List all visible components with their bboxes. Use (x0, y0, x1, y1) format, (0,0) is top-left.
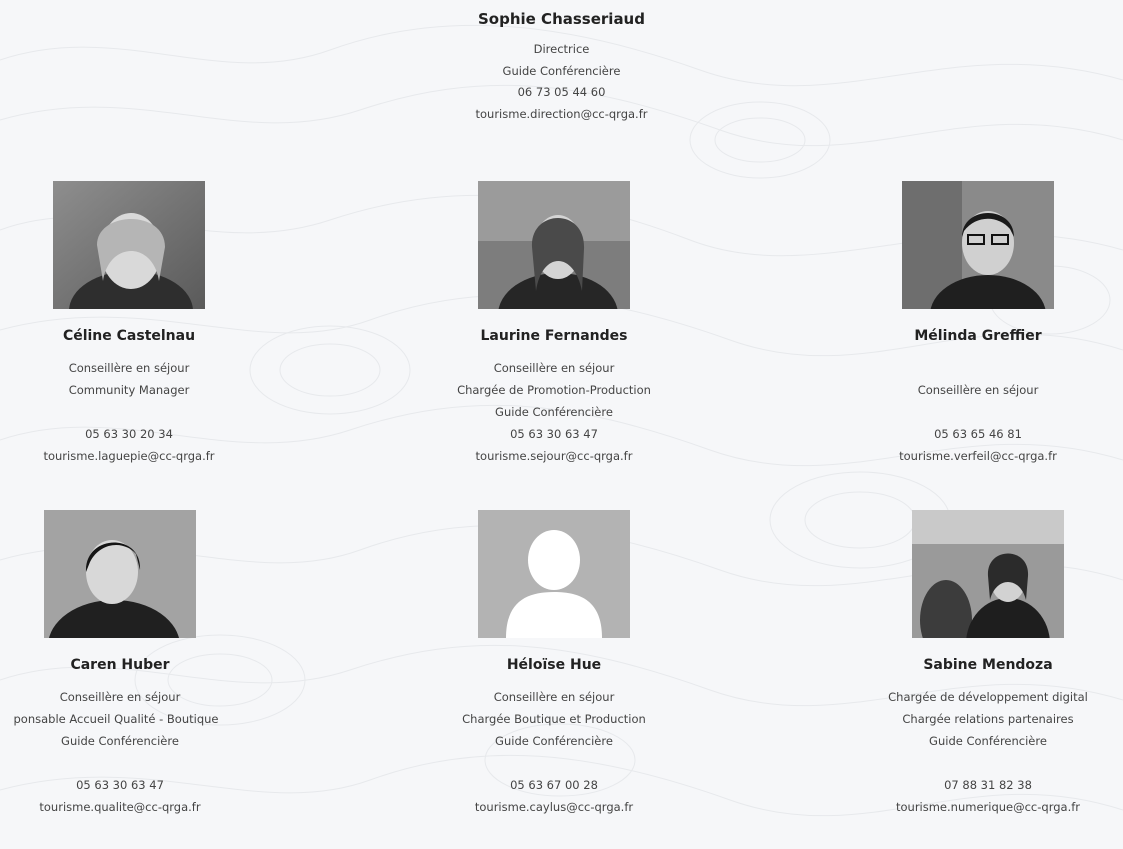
portrait-photo-icon (53, 181, 205, 309)
member-line: Guide Conférencière (61, 734, 179, 748)
member-phone: 05 63 65 46 81 (934, 427, 1022, 441)
member-line: Chargée de développement digital (888, 690, 1088, 704)
avatar-placeholder-icon (478, 510, 630, 638)
member-card: Caren Huber Conseillère en séjour ponsab… (0, 510, 270, 818)
member-line (828, 357, 1123, 379)
director-email: tourisme.direction@cc-qrga.fr (475, 106, 648, 121)
member-name: Mélinda Greffier (914, 328, 1042, 344)
team-directory: Sophie Chasseriaud Directrice Guide Conf… (0, 0, 1123, 849)
member-name: Caren Huber (70, 657, 170, 673)
member-phone: 05 63 67 00 28 (510, 778, 598, 792)
member-line: Conseillère en séjour (493, 361, 615, 375)
member-line: Community Manager (68, 383, 190, 397)
member-line: ponsable Accueil Qualité - Boutique (13, 712, 219, 726)
member-phone: 05 63 30 63 47 (510, 427, 598, 441)
portrait-photo-icon (912, 510, 1064, 638)
member-phone: 07 88 31 82 38 (944, 778, 1032, 792)
member-email: tourisme.qualite@cc-qrga.fr (39, 800, 201, 814)
member-card: Mélinda Greffier Conseillère en séjour 0… (828, 181, 1123, 467)
member-card: Céline Castelnau Conseillère en séjour C… (0, 181, 279, 467)
member-line: Conseillère en séjour (59, 690, 181, 704)
director-title: Guide Conférencière (502, 63, 621, 78)
member-line (404, 752, 704, 774)
member-line: Chargée relations partenaires (902, 712, 1074, 726)
member-line: Chargée Boutique et Production (462, 712, 646, 726)
director-name: Sophie Chasseriaud (478, 10, 645, 28)
portrait-photo-icon (44, 510, 196, 638)
member-card: Héloïse Hue Conseillère en séjour Chargé… (404, 510, 704, 818)
member-line: Guide Conférencière (929, 734, 1047, 748)
member-line (0, 752, 270, 774)
member-email: tourisme.verfeil@cc-qrga.fr (899, 449, 1057, 463)
member-name: Sabine Mendoza (923, 657, 1053, 673)
member-email: tourisme.laguepie@cc-qrga.fr (43, 449, 215, 463)
member-line (828, 401, 1123, 423)
member-card: Laurine Fernandes Conseillère en séjour … (404, 181, 704, 467)
member-phone: 05 63 30 63 47 (76, 778, 164, 792)
member-name: Héloïse Hue (506, 657, 602, 673)
director-phone: 06 73 05 44 60 (517, 85, 606, 99)
director-block: Sophie Chasseriaud Directrice Guide Conf… (0, 10, 1123, 125)
portrait-photo-icon (902, 181, 1054, 309)
member-phone: 05 63 30 20 34 (85, 427, 173, 441)
member-name: Céline Castelnau (62, 328, 196, 344)
member-line: Conseillère en séjour (493, 690, 615, 704)
member-line (838, 752, 1123, 774)
member-email: tourisme.numerique@cc-qrga.fr (895, 800, 1081, 814)
member-line: Guide Conférencière (495, 734, 613, 748)
member-email: tourisme.caylus@cc-qrga.fr (474, 800, 634, 814)
member-name: Laurine Fernandes (480, 328, 628, 344)
director-role: Directrice (533, 42, 590, 56)
member-line: Conseillère en séjour (917, 383, 1039, 397)
member-line: Conseillère en séjour (68, 361, 190, 375)
member-line: Guide Conférencière (495, 405, 613, 419)
member-card: Sabine Mendoza Chargée de développement … (838, 510, 1123, 818)
member-line: Chargée de Promotion-Production (457, 383, 651, 397)
member-line (0, 401, 279, 423)
member-email: tourisme.sejour@cc-qrga.fr (475, 449, 633, 463)
portrait-photo-icon (478, 181, 630, 309)
